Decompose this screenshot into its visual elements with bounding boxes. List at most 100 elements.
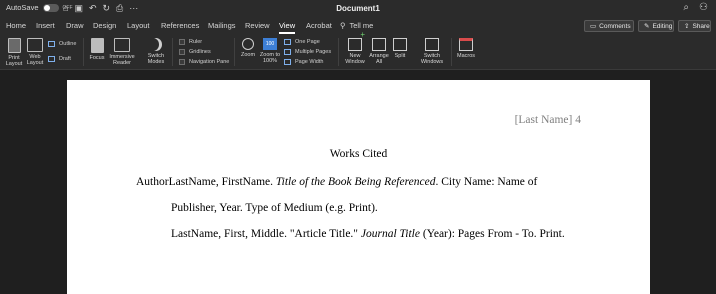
- gridlines-label: Gridlines: [189, 49, 211, 55]
- macros-button[interactable]: Macros: [453, 38, 479, 59]
- page-width-icon: [284, 59, 291, 65]
- focus-label: Focus: [89, 55, 105, 61]
- navigation-pane-label: Navigation Pane: [189, 59, 230, 65]
- lightbulb-icon: ⚲: [340, 21, 346, 30]
- one-page-button[interactable]: One Page: [284, 39, 320, 45]
- split-label: Split: [394, 53, 406, 59]
- comments-button[interactable]: ▭ Comments: [584, 20, 634, 32]
- share-icon: ⇪: [684, 23, 690, 30]
- comments-label: Comments: [599, 22, 631, 30]
- web-layout-button[interactable]: Web Layout: [25, 38, 45, 66]
- new-window-icon: [348, 32, 365, 51]
- macros-icon: [459, 38, 473, 51]
- page-width-button[interactable]: Page Width: [284, 59, 323, 65]
- switch-windows-button[interactable]: Switch Windows: [417, 38, 447, 65]
- ruler-label: Ruler: [189, 39, 203, 45]
- tab-draw[interactable]: Draw: [66, 21, 84, 30]
- moon-icon: [150, 38, 162, 51]
- magnifier-icon: [242, 38, 254, 50]
- comment-icon: ▭: [590, 23, 597, 30]
- tab-acrobat[interactable]: Acrobat: [306, 21, 332, 30]
- multiple-pages-label: Multiple Pages: [295, 49, 332, 55]
- zoom-100-button[interactable]: 100 Zoom to 100%: [259, 38, 281, 64]
- switch-modes-button[interactable]: Switch Modes: [144, 38, 168, 65]
- one-page-label: One Page: [295, 39, 320, 45]
- titlebar-right-icons: ⌕ ⚇: [683, 2, 708, 13]
- citation-1-authors: AuthorLastName, FirstName.: [136, 176, 276, 188]
- new-window-label: New Window: [345, 53, 365, 65]
- multiple-pages-icon: [284, 49, 291, 55]
- draft-button[interactable]: Draft: [48, 56, 71, 62]
- page-width-label: Page Width: [295, 59, 324, 65]
- web-layout-icon: [27, 38, 43, 52]
- tab-view[interactable]: View: [279, 21, 296, 34]
- share-button[interactable]: ⇪ Share: [678, 20, 711, 32]
- document-title: Document1: [336, 4, 380, 13]
- arrange-all-button[interactable]: Arrange All: [367, 38, 391, 65]
- citation-2-authors: LastName, First, Middle. "Article Title.…: [171, 228, 361, 240]
- one-page-icon: [284, 39, 291, 45]
- outline-icon: [48, 41, 55, 47]
- immersive-reader-button[interactable]: Immersive Reader: [108, 38, 136, 66]
- tab-insert[interactable]: Insert: [36, 21, 55, 30]
- tab-design[interactable]: Design: [93, 21, 116, 30]
- zoom-100-icon: 100: [263, 38, 277, 50]
- print-layout-label: Print Layout: [5, 55, 23, 67]
- citation-2[interactable]: LastName, First, Middle. "Article Title.…: [171, 228, 565, 240]
- arrange-all-label: Arrange All: [369, 53, 389, 65]
- pencil-icon: ✎: [644, 23, 650, 30]
- divider: [451, 38, 452, 66]
- document-page[interactable]: [Last Name] 4 Works Cited AuthorLastName…: [67, 80, 650, 294]
- tab-references[interactable]: References: [161, 21, 199, 30]
- view-ribbon: Print Layout Web Layout Outline Draft Fo…: [0, 32, 716, 70]
- citation-1-city: . City Name: Name of: [435, 176, 538, 188]
- navigation-pane-checkbox[interactable]: Navigation Pane: [179, 59, 229, 65]
- document-workspace[interactable]: [Last Name] 4 Works Cited AuthorLastName…: [0, 70, 716, 294]
- citation-1-line-2[interactable]: Publisher, Year. Type of Medium (e.g. Pr…: [171, 202, 378, 214]
- outline-button[interactable]: Outline: [48, 41, 76, 47]
- immersive-reader-icon: [114, 38, 130, 52]
- print-layout-button[interactable]: Print Layout: [4, 38, 24, 67]
- draft-icon: [48, 56, 55, 62]
- works-cited-title[interactable]: Works Cited: [67, 148, 650, 160]
- draft-label: Draft: [59, 56, 71, 62]
- collaborate-icon[interactable]: ⚇: [699, 2, 708, 13]
- arrange-all-icon: [372, 38, 386, 51]
- divider: [338, 38, 339, 66]
- divider: [172, 38, 173, 66]
- ruler-check-icon: [179, 39, 185, 45]
- focus-icon: [90, 38, 104, 53]
- divider: [83, 38, 84, 66]
- print-layout-icon: [7, 38, 21, 53]
- split-button[interactable]: Split: [391, 38, 409, 59]
- focus-button[interactable]: Focus: [88, 38, 106, 61]
- citation-2-journal: Journal Title: [360, 228, 420, 240]
- citation-1-book-title: Title of the Book Being Referenced: [275, 176, 436, 188]
- title-bar: AutoSave OFF ⌂ ▣ ↶ ↻ ⎙ ··· Document1 ⌕ ⚇: [0, 0, 716, 18]
- tab-mailings[interactable]: Mailings: [208, 21, 236, 30]
- search-icon[interactable]: ⌕: [683, 2, 689, 13]
- tab-review[interactable]: Review: [245, 21, 270, 30]
- immersive-reader-label: Immersive Reader: [109, 54, 135, 66]
- outline-label: Outline: [59, 41, 77, 47]
- zoom-100-label: Zoom to 100%: [259, 52, 281, 64]
- ruler-checkbox[interactable]: Ruler: [179, 39, 202, 45]
- navigation-pane-check-icon: [179, 59, 185, 65]
- gridlines-check-icon: [179, 49, 185, 55]
- web-layout-label: Web Layout: [26, 54, 44, 66]
- tab-home[interactable]: Home: [6, 21, 26, 30]
- page-header[interactable]: [Last Name] 4: [515, 114, 581, 126]
- zoom-button[interactable]: Zoom: [239, 38, 257, 58]
- tab-layout[interactable]: Layout: [127, 21, 150, 30]
- editing-button[interactable]: ✎ Editing: [638, 20, 674, 32]
- switch-windows-icon: [425, 38, 439, 51]
- tell-me-search[interactable]: ⚲ Tell me: [340, 21, 373, 30]
- citation-2-details: (Year): Pages From - To. Print.: [419, 228, 565, 240]
- new-window-button[interactable]: New Window: [343, 32, 367, 65]
- editing-label: Editing: [652, 22, 673, 30]
- gridlines-checkbox[interactable]: Gridlines: [179, 49, 211, 55]
- multiple-pages-button[interactable]: Multiple Pages: [284, 49, 331, 55]
- citation-1-line-1[interactable]: AuthorLastName, FirstName. Title of the …: [136, 176, 537, 188]
- share-label: Share: [692, 22, 710, 30]
- split-icon: [393, 38, 407, 51]
